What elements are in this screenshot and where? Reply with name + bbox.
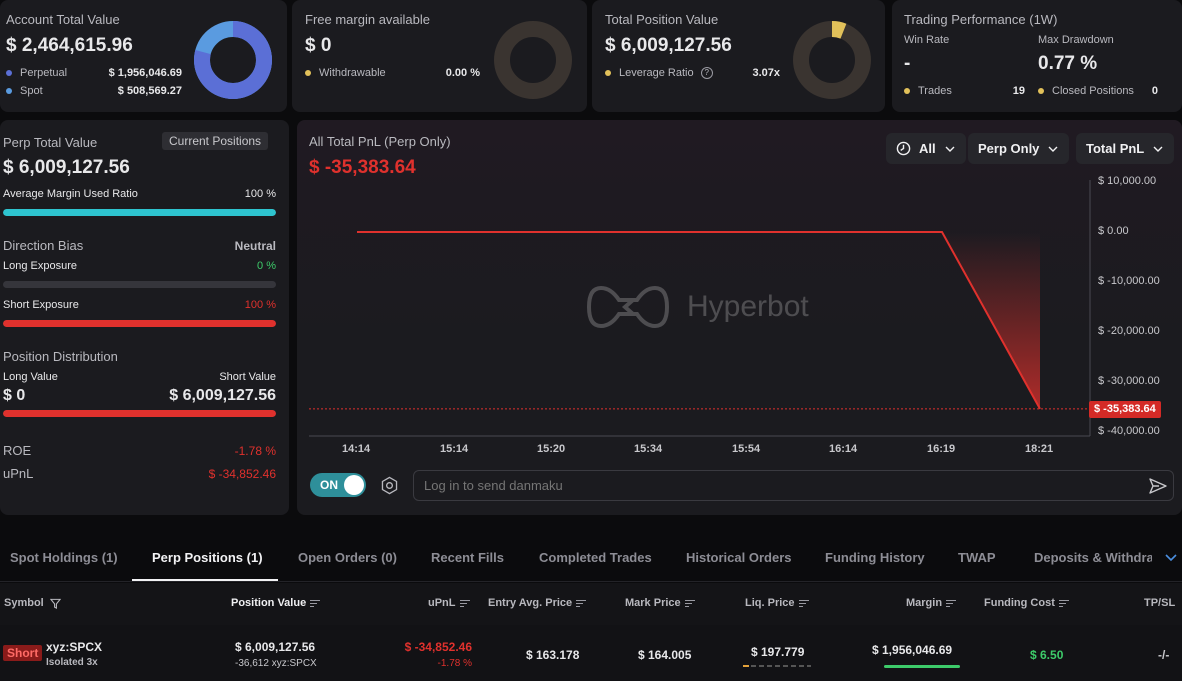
sort-icon	[1058, 598, 1069, 609]
table-row[interactable]: Short xyz:SPCX Isolated 3x $ 6,009,127.5…	[0, 625, 1182, 681]
sort-icon	[946, 598, 957, 609]
danmaku-toggle[interactable]: ON	[310, 473, 366, 497]
y-tick-label: $ -30,000.00	[1098, 375, 1160, 387]
x-tick-label: 18:21	[1025, 443, 1054, 455]
row-tpsl[interactable]: -/-	[1158, 648, 1169, 662]
tab-funding-history[interactable]: Funding History	[825, 550, 925, 565]
row-funding-cost: $ 6.50	[1030, 648, 1064, 662]
sort-icon	[576, 598, 587, 609]
pnl-line	[357, 231, 1041, 410]
y-tick-label: $ 10,000.00	[1098, 175, 1157, 187]
danmaku-input[interactable]	[413, 470, 1174, 501]
liq-proximity-bar	[743, 665, 811, 667]
send-icon[interactable]	[1148, 476, 1168, 496]
col-upnl-label: uPnL	[428, 597, 456, 609]
col-position-value-label: Position Value	[231, 597, 307, 609]
y-tick-label: $ -40,000.00	[1098, 425, 1160, 437]
chevron-down-icon[interactable]	[1164, 552, 1178, 564]
y-tick-label: $ 0.00	[1098, 225, 1129, 237]
positions-table-header: Symbol Position Value uPnL Entry Avg. Pr…	[0, 583, 1182, 625]
sort-icon	[459, 598, 470, 609]
filter-icon[interactable]	[49, 598, 62, 609]
tab-deposits-clip: Deposits & Withdraw	[1034, 532, 1152, 582]
tab-perp-positions[interactable]: Perp Positions (1)	[152, 550, 263, 565]
side-badge: Short	[3, 645, 43, 661]
col-tpsl: TP/SL	[1144, 597, 1176, 609]
row-symbol[interactable]: xyz:SPCX	[46, 640, 102, 654]
row-mode: Isolated 3x	[46, 657, 98, 668]
sort-icon	[310, 598, 321, 609]
tab-deposits-withdrawals[interactable]: Deposits & Withdraw	[1034, 550, 1152, 565]
row-upnl: $ -34,852.46	[404, 640, 472, 654]
bottom-tabs: Spot Holdings (1) Perp Positions (1) Ope…	[0, 532, 1182, 582]
col-mark-label: Mark Price	[625, 597, 681, 609]
x-tick-label: 15:34	[634, 443, 663, 455]
active-tab-underline	[132, 579, 278, 581]
col-mark[interactable]: Mark Price	[625, 597, 695, 609]
col-position-value[interactable]: Position Value	[231, 597, 321, 609]
tab-twap[interactable]: TWAP	[958, 550, 996, 565]
tab-open-orders[interactable]: Open Orders (0)	[298, 550, 397, 565]
pnl-chart	[309, 180, 1091, 437]
x-tick-label: 15:54	[732, 443, 761, 455]
settings-icon[interactable]	[380, 476, 399, 495]
row-liq-price: $ 197.779	[751, 645, 805, 659]
sort-icon	[684, 598, 695, 609]
col-entry-label: Entry Avg. Price	[488, 597, 573, 609]
row-margin: $ 1,956,046.69	[872, 643, 953, 657]
row-upnl-pct: -1.78 %	[437, 658, 472, 669]
x-tick-label: 15:20	[537, 443, 566, 455]
tab-completed-trades[interactable]: Completed Trades	[539, 550, 652, 565]
row-position-value: $ 6,009,127.56	[235, 640, 316, 654]
col-liq-label: Liq. Price	[745, 597, 795, 609]
col-upnl[interactable]: uPnL	[428, 597, 470, 609]
y-tick-label: $ -20,000.00	[1098, 325, 1160, 337]
tab-spot-holdings[interactable]: Spot Holdings (1)	[10, 550, 118, 565]
row-mark-price: $ 164.005	[638, 648, 692, 662]
tab-historical-orders[interactable]: Historical Orders	[686, 550, 792, 565]
col-symbol[interactable]: Symbol	[4, 597, 62, 609]
col-entry[interactable]: Entry Avg. Price	[488, 597, 587, 609]
x-tick-label: 16:19	[927, 443, 956, 455]
x-tick-label: 15:14	[440, 443, 469, 455]
toggle-knob	[344, 475, 364, 495]
tab-recent-fills[interactable]: Recent Fills	[431, 550, 504, 565]
y-tick-label: $ -10,000.00	[1098, 275, 1160, 287]
col-margin-label: Margin	[906, 597, 943, 609]
col-funding-label: Funding Cost	[984, 597, 1055, 609]
margin-bar	[884, 665, 960, 668]
toggle-label: ON	[320, 478, 338, 492]
x-tick-label: 16:14	[829, 443, 858, 455]
row-entry-price: $ 163.178	[526, 648, 580, 662]
col-funding[interactable]: Funding Cost	[984, 597, 1069, 609]
row-size: -36,612 xyz:SPCX	[235, 658, 317, 669]
last-value-tag: $ -35,383.64	[1089, 400, 1161, 418]
sort-icon	[798, 598, 809, 609]
col-symbol-label: Symbol	[4, 597, 44, 609]
x-tick-label: 14:14	[342, 443, 371, 455]
col-liq[interactable]: Liq. Price	[745, 597, 809, 609]
col-margin[interactable]: Margin	[906, 597, 957, 609]
